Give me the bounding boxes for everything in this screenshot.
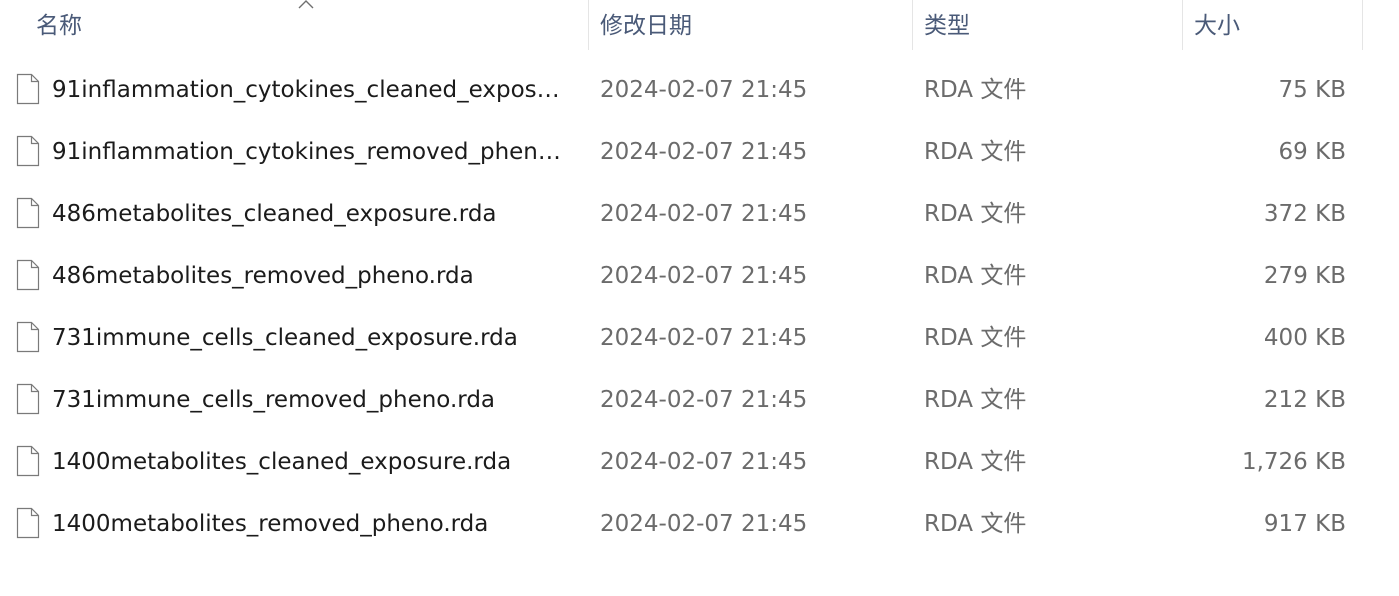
file-type: RDA 文件 bbox=[924, 77, 1027, 103]
file-size: 212 KB bbox=[1263, 387, 1346, 413]
blank-document-icon bbox=[16, 507, 40, 539]
file-name[interactable]: 486metabolites_removed_pheno.rda bbox=[52, 245, 574, 307]
blank-document-icon bbox=[16, 445, 40, 477]
file-type: RDA 文件 bbox=[924, 263, 1027, 289]
file-type: RDA 文件 bbox=[924, 511, 1027, 537]
file-modified-date: 2024-02-07 21:45 bbox=[600, 387, 808, 413]
blank-document-icon bbox=[16, 197, 40, 229]
blank-document-icon bbox=[16, 135, 40, 167]
file-name[interactable]: 91inflammation_cytokines_cleaned_exposur… bbox=[52, 59, 574, 121]
file-modified-date: 2024-02-07 21:45 bbox=[600, 325, 808, 351]
file-type: RDA 文件 bbox=[924, 387, 1027, 413]
file-type: RDA 文件 bbox=[924, 325, 1027, 351]
file-row[interactable]: 486metabolites_removed_pheno.rda 2024-02… bbox=[0, 245, 1399, 307]
file-row[interactable]: 1400metabolites_cleaned_exposure.rda 202… bbox=[0, 431, 1399, 493]
file-size: 75 KB bbox=[1278, 77, 1346, 103]
file-size: 917 KB bbox=[1263, 511, 1346, 537]
file-modified-date: 2024-02-07 21:45 bbox=[600, 263, 808, 289]
file-name[interactable]: 731immune_cells_removed_pheno.rda bbox=[52, 369, 574, 431]
blank-document-icon bbox=[16, 73, 40, 105]
file-modified-date: 2024-02-07 21:45 bbox=[600, 77, 808, 103]
file-modified-date: 2024-02-07 21:45 bbox=[600, 201, 808, 227]
file-name[interactable]: 486metabolites_cleaned_exposure.rda bbox=[52, 183, 574, 245]
column-header-name[interactable]: 名称 bbox=[0, 0, 588, 50]
file-name[interactable]: 91inflammation_cytokines_removed_pheno..… bbox=[52, 121, 574, 183]
column-header-date[interactable]: 修改日期 bbox=[588, 0, 912, 50]
file-size: 69 KB bbox=[1278, 139, 1346, 165]
file-modified-date: 2024-02-07 21:45 bbox=[600, 139, 808, 165]
column-header-bar: 名称 修改日期 类型 大小 bbox=[0, 0, 1399, 50]
file-modified-date: 2024-02-07 21:45 bbox=[600, 511, 808, 537]
file-size: 400 KB bbox=[1263, 325, 1346, 351]
file-row[interactable]: 91inflammation_cytokines_removed_pheno..… bbox=[0, 121, 1399, 183]
column-header-type[interactable]: 类型 bbox=[912, 0, 1182, 50]
file-rows: 91inflammation_cytokines_cleaned_exposur… bbox=[0, 59, 1399, 555]
file-type: RDA 文件 bbox=[924, 139, 1027, 165]
file-type: RDA 文件 bbox=[924, 201, 1027, 227]
blank-document-icon bbox=[16, 383, 40, 415]
file-row[interactable]: 731immune_cells_removed_pheno.rda 2024-0… bbox=[0, 369, 1399, 431]
column-divider[interactable] bbox=[1362, 0, 1363, 50]
file-name[interactable]: 1400metabolites_cleaned_exposure.rda bbox=[52, 431, 574, 493]
file-name[interactable]: 1400metabolites_removed_pheno.rda bbox=[52, 493, 574, 555]
file-row[interactable]: 486metabolites_cleaned_exposure.rda 2024… bbox=[0, 183, 1399, 245]
blank-document-icon bbox=[16, 259, 40, 291]
file-size: 1,726 KB bbox=[1241, 449, 1346, 475]
chevron-up-icon bbox=[298, 0, 314, 9]
file-list-view: 名称 修改日期 类型 大小 91inflammation_cytokines_c… bbox=[0, 0, 1399, 596]
column-header-size[interactable]: 大小 bbox=[1182, 0, 1362, 50]
file-row[interactable]: 1400metabolites_removed_pheno.rda 2024-0… bbox=[0, 493, 1399, 555]
file-row[interactable]: 731immune_cells_cleaned_exposure.rda 202… bbox=[0, 307, 1399, 369]
blank-document-icon bbox=[16, 321, 40, 353]
file-name[interactable]: 731immune_cells_cleaned_exposure.rda bbox=[52, 307, 574, 369]
file-modified-date: 2024-02-07 21:45 bbox=[600, 449, 808, 475]
file-size: 372 KB bbox=[1263, 201, 1346, 227]
file-type: RDA 文件 bbox=[924, 449, 1027, 475]
file-row[interactable]: 91inflammation_cytokines_cleaned_exposur… bbox=[0, 59, 1399, 121]
file-size: 279 KB bbox=[1263, 263, 1346, 289]
